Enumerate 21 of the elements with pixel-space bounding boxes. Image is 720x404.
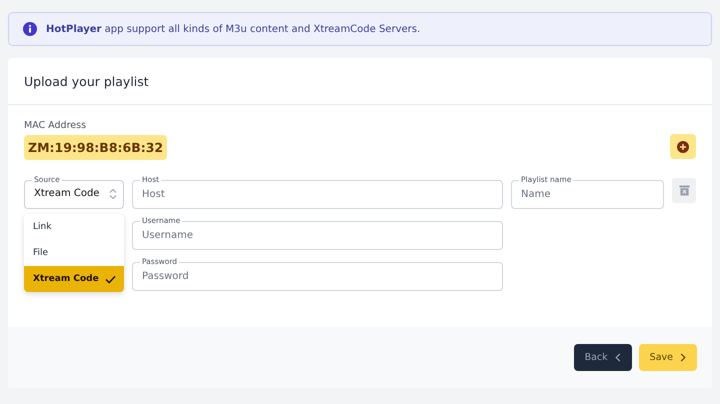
add-button[interactable] xyxy=(670,134,696,159)
input-field[interactable]: Name xyxy=(521,184,654,204)
mac-label: MAC Address xyxy=(24,120,88,131)
mac-address: ZM:19:98:B8:6B:32 xyxy=(24,135,168,160)
info-text: HotPlayer app support all kinds of M3u content and XtreamCode Servers. xyxy=(46,24,420,34)
input-field[interactable]: Host xyxy=(142,184,493,204)
chevron-right-icon xyxy=(680,353,686,362)
up-down-icon xyxy=(109,188,117,200)
info-icon xyxy=(23,22,37,36)
dropdown-option[interactable]: File xyxy=(24,240,124,266)
dropdown-option[interactable]: Link xyxy=(24,214,124,240)
chevron-left-icon xyxy=(614,353,621,362)
trash-icon xyxy=(678,185,690,196)
plus-icon xyxy=(677,140,689,152)
input-field[interactable]: Username xyxy=(142,225,493,245)
input-field[interactable]: Password xyxy=(142,266,493,286)
card-title: Upload your playlist xyxy=(24,74,149,88)
back-button[interactable]: Back xyxy=(574,344,632,371)
check-icon xyxy=(104,274,116,284)
dropdown-option[interactable]: Xtream Code xyxy=(24,266,124,292)
save-button[interactable]: Save xyxy=(638,344,697,371)
